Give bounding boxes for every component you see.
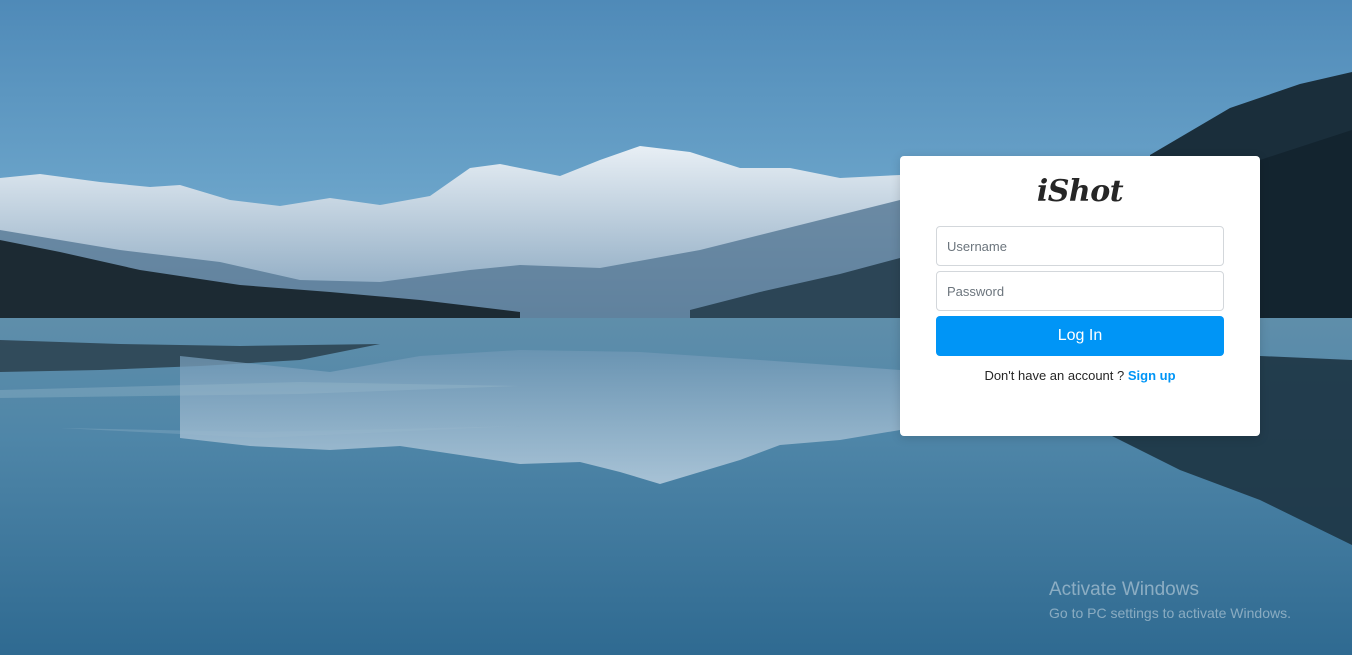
brand-logo: iShot xyxy=(1036,174,1124,209)
activate-windows-watermark: Activate Windows Go to PC settings to ac… xyxy=(1049,578,1291,624)
login-card: iShot Log In Don't have an account ? Sig… xyxy=(900,156,1260,436)
username-input[interactable] xyxy=(936,226,1224,266)
watermark-subtitle: Go to PC settings to activate Windows. xyxy=(1049,605,1291,621)
login-page: iShot Log In Don't have an account ? Sig… xyxy=(0,0,1352,655)
signup-link[interactable]: Sign up xyxy=(1128,368,1176,383)
signup-prompt-text: Don't have an account ? xyxy=(984,368,1125,383)
password-input[interactable] xyxy=(936,271,1224,311)
signup-prompt-row: Don't have an account ? Sign up xyxy=(900,368,1260,384)
watermark-title: Activate Windows xyxy=(1049,579,1199,600)
login-button[interactable]: Log In xyxy=(936,316,1224,356)
dark-mountain-right-shadow xyxy=(1260,130,1352,320)
